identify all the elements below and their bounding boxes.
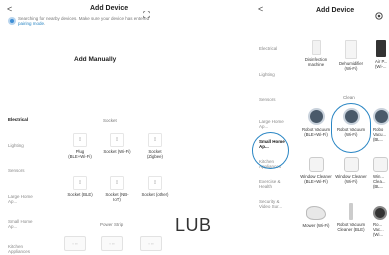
device-socket-ble[interactable]: ⁞⁞ Socket (BLE) [66, 176, 94, 197]
category-list: Electrical Lighting Sensors Large Home A… [8, 117, 40, 255]
category-exercise-health[interactable]: Exercise & Health [259, 179, 287, 190]
device-socket-wifi[interactable]: ⁞⁞ Socket (Wi-Fi) [103, 133, 131, 154]
page-title: Add Device [316, 7, 355, 14]
socket-icon: ⁞⁞ [73, 176, 87, 190]
settings-icon[interactable] [375, 7, 383, 20]
category-small-home-appliances[interactable]: Small Home Ap... [8, 219, 34, 230]
air-purifier-icon [376, 40, 386, 57]
window-cleaner-icon [308, 157, 324, 172]
device-mower-wifi[interactable]: Mower (Wi-Fi) [299, 206, 333, 228]
add-manually-heading: Add Manually [74, 56, 117, 63]
device-window-cleaner-ble[interactable]: Win... Clea... (BL... [373, 157, 389, 189]
category-lighting[interactable]: Lighting [259, 72, 289, 78]
robot-vacuum-icon [307, 108, 325, 125]
category-large-home-appliances[interactable]: Large Home Ap... [259, 119, 287, 130]
page-title: Add Device [90, 5, 129, 12]
category-security-video[interactable]: Security & Video Sur... [259, 199, 289, 210]
socket-icon: ⁞⁞ [148, 176, 162, 190]
device-window-cleaner-wifi[interactable]: Window Cleaner (Wi-Fi) [334, 157, 368, 184]
device-socket-other[interactable]: ⁞⁞ Socket (other) [141, 176, 169, 197]
category-lighting[interactable]: Lighting [8, 143, 40, 149]
device-socket-nbiot[interactable]: ⁞⁞ Socket (NB-IoT) [103, 176, 131, 202]
device-robot-vacuum-ble-wifi[interactable]: Robot Vacuum (BLE+Wi-Fi) [299, 108, 333, 137]
category-list: Electrical Lighting Sensors Large Home A… [259, 46, 289, 210]
section-socket: Socket [103, 118, 117, 123]
device-window-cleaner-ble-wifi[interactable]: Window Cleaner (BLE+Wi-Fi) [299, 157, 333, 184]
category-sensors[interactable]: Sensors [259, 97, 289, 103]
dehumidifier-icon [345, 40, 357, 59]
section-clean: Clean [343, 95, 355, 100]
scanning-indicator-icon [8, 17, 16, 25]
device-robot-vacuum-ble[interactable]: Robo Vacu... (BL... [373, 108, 389, 142]
highlight-circle-category [252, 132, 289, 169]
device-plug-ble-wifi[interactable]: ⁞⁞ Plug (BLE+Wi-Fi) [66, 133, 94, 159]
window-cleaner-icon [343, 157, 359, 172]
category-electrical[interactable]: Electrical [8, 117, 40, 123]
category-electrical[interactable]: Electrical [259, 46, 289, 52]
socket-icon: ⁞⁞ [73, 133, 87, 147]
device-robot-vacuum-cleaner-ble[interactable]: Robot Vacuum Cleaner (BLE) [334, 203, 368, 232]
back-button[interactable]: < [258, 4, 263, 14]
device-socket-zigbee[interactable]: ⁞⁞ Socket (Zigbee) [141, 133, 169, 159]
category-large-home-appliances[interactable]: Large Home Ap... [8, 194, 34, 205]
stick-vacuum-icon [349, 203, 353, 220]
back-button[interactable]: < [7, 4, 12, 14]
device-robot-vacuum-wifi-2[interactable]: Ro... Vac... (Wi... [373, 206, 389, 237]
highlight-robot-vacuum-wifi [331, 103, 371, 153]
device-power-strip-3[interactable]: ▫ ▫▫ [140, 236, 162, 251]
category-sensors[interactable]: Sensors [8, 168, 40, 174]
device-air-purifier-wifi[interactable]: Air P... (Wi-... [371, 40, 389, 69]
device-disinfection-machine[interactable]: Disinfection machine [299, 40, 333, 67]
device-dehumidifier-wifi[interactable]: Dehumidifier (Wi-Fi) [336, 40, 366, 71]
socket-icon: ⁞⁞ [110, 176, 124, 190]
socket-icon: ⁞⁞ [110, 133, 124, 147]
device-power-strip-1[interactable]: ▫ ▫▫ [64, 236, 86, 251]
pairing-mode-link[interactable]: pairing mode [18, 21, 44, 26]
socket-icon: ⁞⁞ [148, 133, 162, 147]
disinfection-machine-icon [311, 40, 321, 55]
section-power-strip: Power Strip [100, 222, 124, 227]
scan-icon[interactable] [143, 5, 150, 18]
mower-icon [306, 206, 326, 220]
robot-vacuum-icon [373, 108, 389, 125]
scan-message: Searching for nearby devices. Make sure … [18, 15, 150, 27]
robot-vacuum-icon [373, 206, 387, 220]
window-cleaner-icon [373, 157, 388, 172]
device-power-strip-2[interactable]: ▫ ▫▫ [101, 236, 123, 251]
overlay-text: LUB [175, 215, 212, 235]
